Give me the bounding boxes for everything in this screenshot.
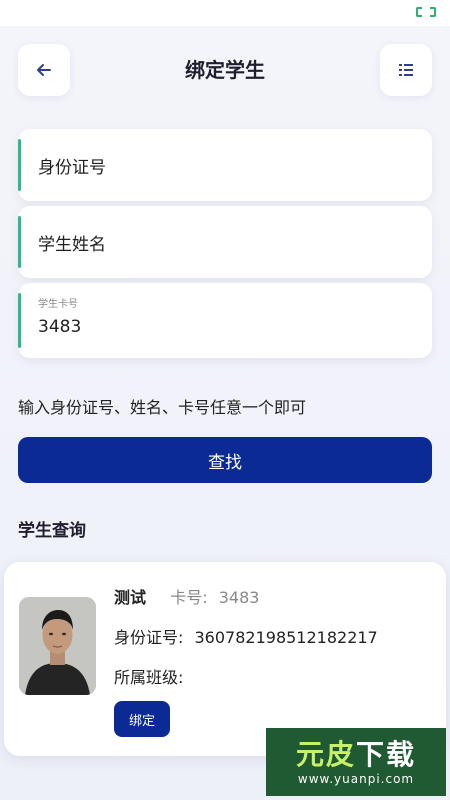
- id-number-row: 身份证号: 360782198512182217: [114, 624, 378, 648]
- arrow-left-icon: [37, 64, 51, 76]
- card-label: 卡号:: [170, 588, 208, 607]
- class-label: 所属班级:: [114, 668, 184, 687]
- field-accent: [18, 293, 21, 348]
- class-row: 所属班级:: [114, 664, 183, 688]
- site-watermark: 元皮下载 www.yuanpi.com: [266, 728, 446, 796]
- watermark-logo: 元皮下载: [295, 738, 417, 771]
- section-title: 学生查询: [18, 521, 86, 541]
- card-number: 3483: [218, 588, 260, 607]
- student-name-field[interactable]: 学生姓名: [18, 206, 432, 278]
- field-accent: [18, 216, 21, 268]
- bind-button[interactable]: 绑定: [114, 701, 170, 737]
- id-number-field[interactable]: 身份证号: [18, 129, 432, 201]
- card-number-field[interactable]: 学生卡号: [18, 283, 432, 358]
- status-bar: [0, 0, 450, 26]
- student-name-row: 测试 卡号: 3483: [114, 584, 259, 608]
- list-button[interactable]: [380, 44, 432, 96]
- card-number-label: 学生卡号: [38, 299, 78, 310]
- header: 绑定学生: [18, 44, 432, 96]
- search-button[interactable]: 查找: [18, 437, 432, 483]
- id-number-value: 360782198512182217: [194, 628, 378, 647]
- id-number-placeholder: 身份证号: [38, 157, 106, 178]
- watermark-url: www.yuanpi.com: [297, 772, 415, 786]
- id-label: 身份证号:: [114, 628, 184, 647]
- field-accent: [18, 139, 21, 191]
- battery-icon: [416, 7, 436, 17]
- student-avatar: [19, 597, 96, 695]
- page-title: 绑定学生: [185, 58, 265, 82]
- back-button[interactable]: [18, 44, 70, 96]
- search-hint: 输入身份证号、姓名、卡号任意一个即可: [18, 398, 307, 417]
- student-name-placeholder: 学生姓名: [38, 234, 106, 255]
- list-icon: [399, 64, 413, 76]
- student-result-card: 测试 卡号: 3483 身份证号: 360782198512182217 所属班…: [4, 562, 446, 756]
- student-name: 测试: [114, 588, 147, 607]
- card-number-input[interactable]: [38, 317, 420, 337]
- student-photo: [19, 597, 96, 695]
